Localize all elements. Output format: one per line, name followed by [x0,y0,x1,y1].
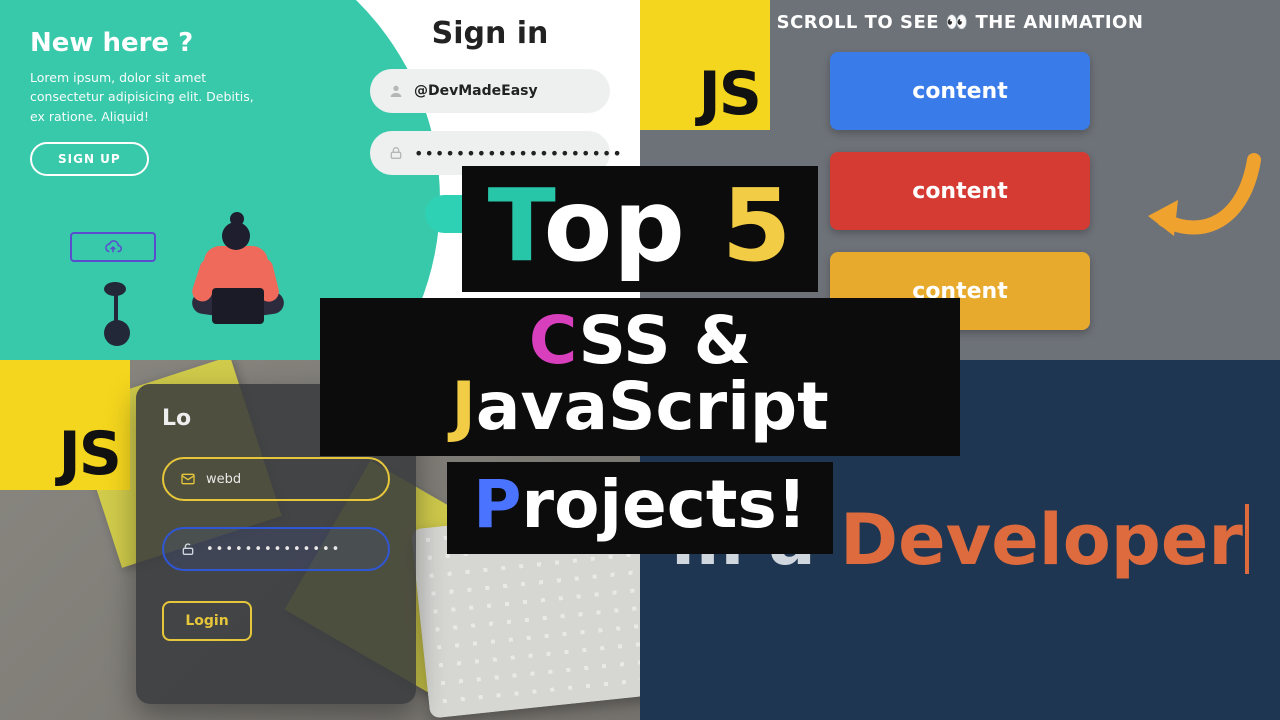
signin-title: Sign in [370,16,610,51]
cloud-upload-icon [104,238,122,256]
promo-copy: Lorem ipsum, dolor sit amet consectetur … [30,68,270,126]
headline-line-3: Projects! [447,462,833,554]
signup-label: SIGN UP [58,152,121,166]
email-value: webd [206,472,241,487]
content-card[interactable]: content [830,52,1090,130]
text-cursor-icon [1245,504,1249,574]
signin-promo: New here ? Lorem ipsum, dolor sit amet c… [30,28,330,176]
unlock-icon [180,541,196,557]
username-value: @DevMadeEasy [414,83,538,99]
person-illustration [168,218,318,358]
headline-line-1: Top 5 [462,166,819,292]
user-icon [388,83,404,99]
headline-line-2: CSS & JavaScript [320,298,960,456]
plant-illustration [114,292,118,322]
scroll-title: SCROLL TO SEE 👀 THE ANIMATION [640,12,1280,33]
envelope-icon [180,471,196,487]
signup-button[interactable]: SIGN UP [30,142,149,176]
login-label: Login [185,613,228,629]
headline-overlay: Top 5 CSS & JavaScript Projects! [320,163,960,557]
lock-icon [388,145,404,161]
js-badge: JS [0,360,130,490]
password-value: •••••••••••••••••••• [414,144,623,163]
promo-title: New here ? [30,28,330,58]
upload-button[interactable] [70,232,156,262]
username-field[interactable]: @DevMadeEasy [370,69,610,113]
login-button[interactable]: Login [162,601,252,641]
curved-arrow-icon [1144,150,1264,260]
